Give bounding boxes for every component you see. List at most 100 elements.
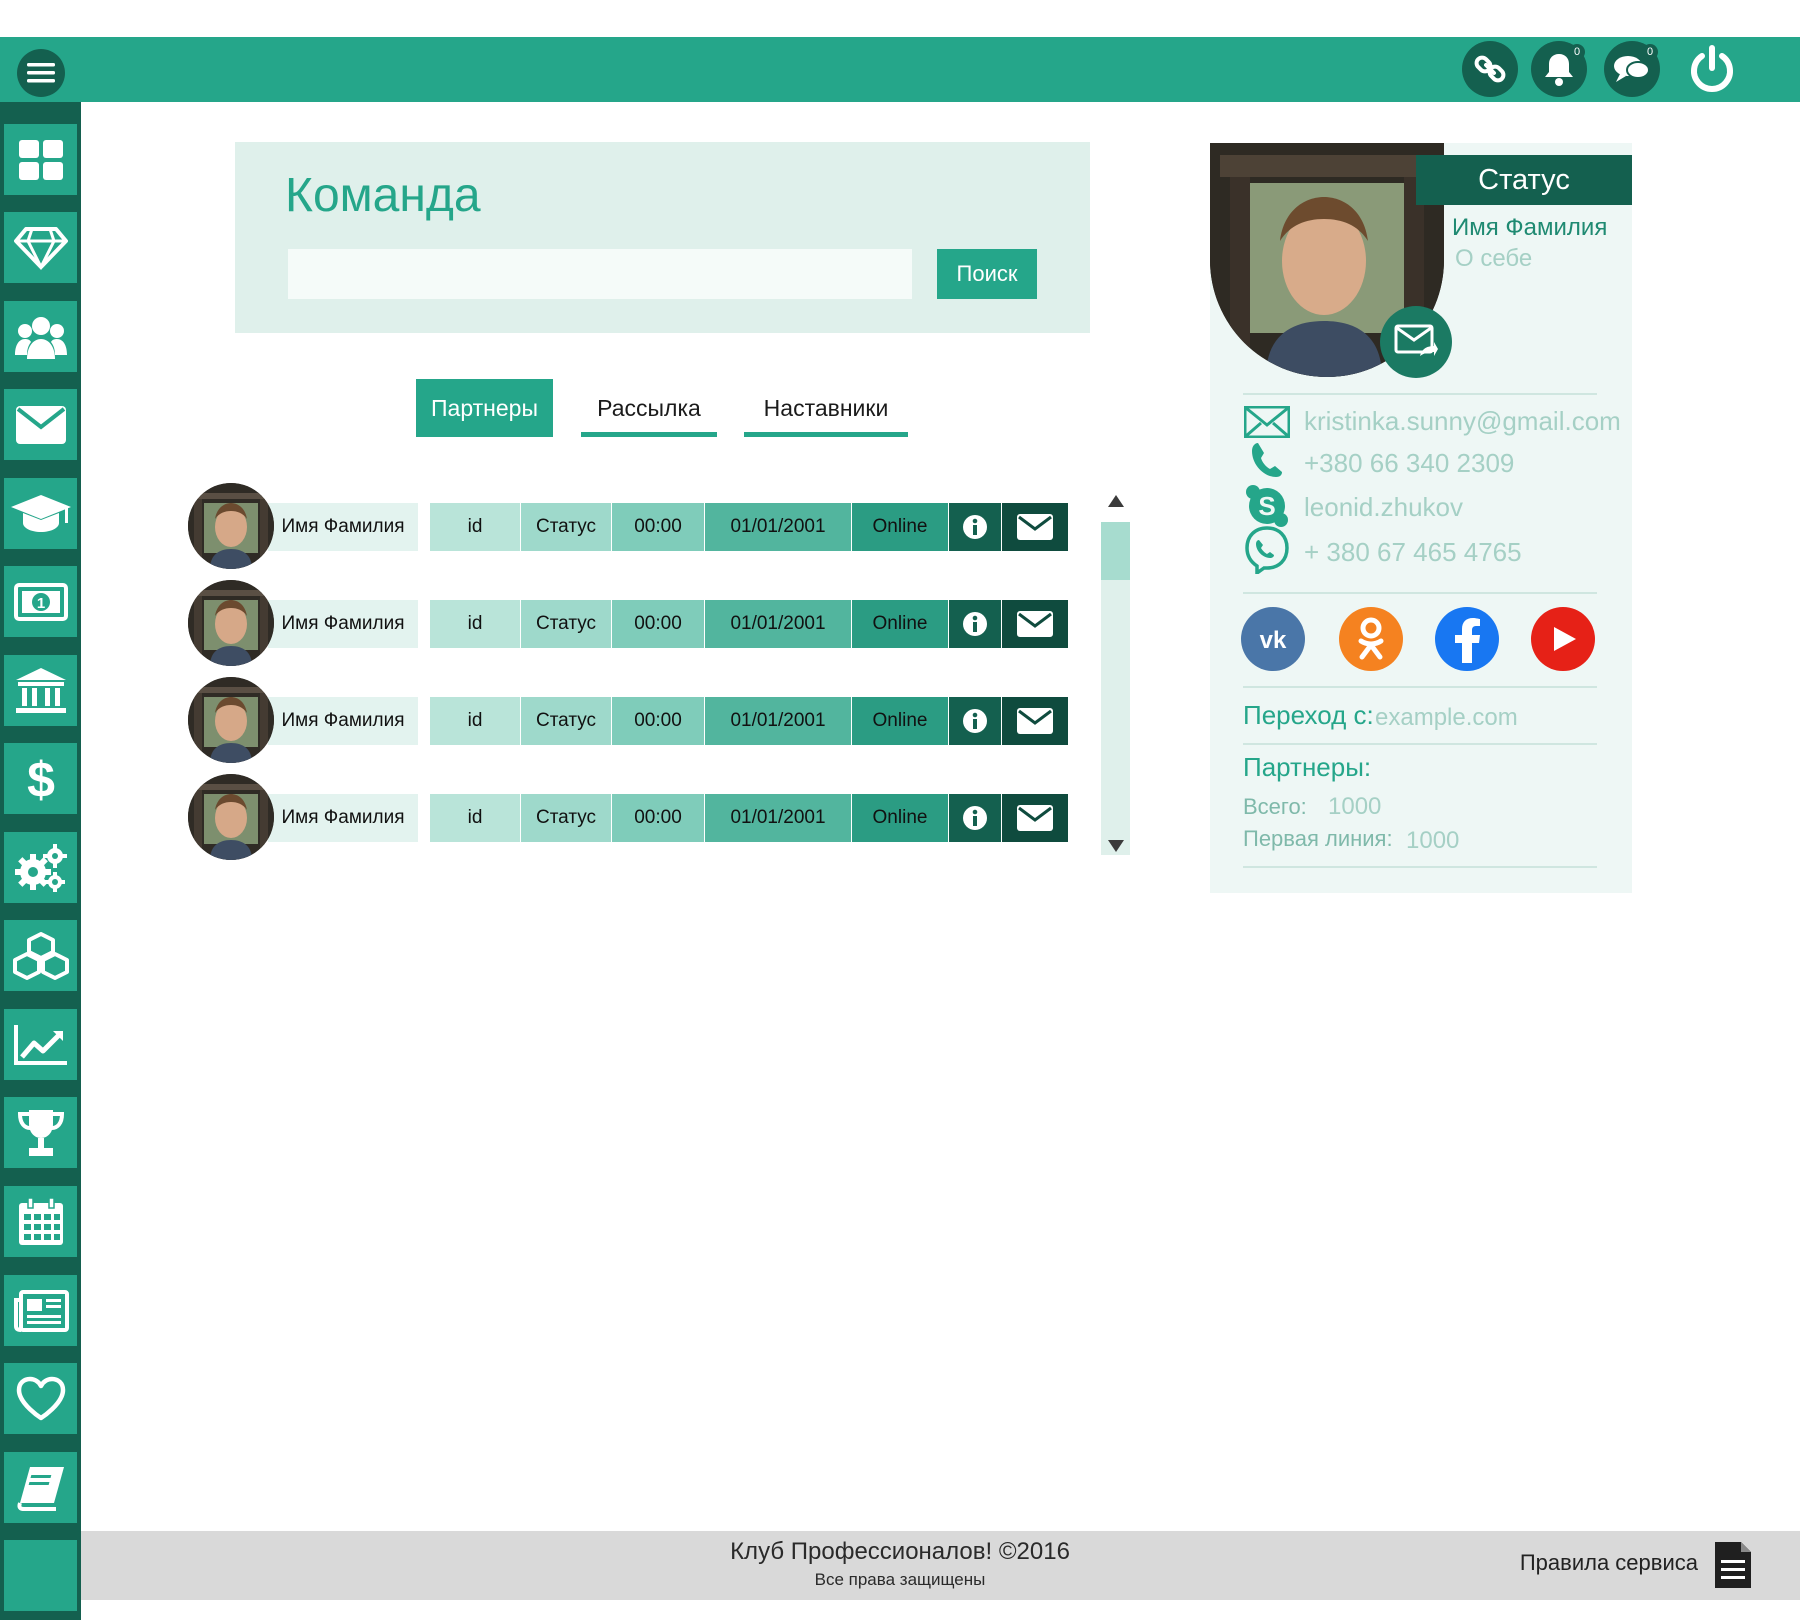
profile-phone: +380 66 340 2309 [1304,448,1515,478]
sidebar-item-statistics[interactable] [4,1009,77,1080]
message-button[interactable] [1002,794,1068,842]
tab-mentors[interactable]: Наставники [744,379,908,437]
row-time: 00:00 [612,600,704,648]
dollar-icon: $ [27,753,55,805]
sidebar-item-products[interactable] [4,920,77,991]
scrollbar-thumb[interactable] [1101,522,1130,580]
search-input[interactable] [288,249,912,299]
document-icon[interactable] [1713,1540,1753,1590]
skype-icon: S [1243,485,1291,527]
tab-mailing[interactable]: Рассылка [581,379,717,437]
first-line-label: Первая линия: [1243,826,1393,851]
row-date: 01/01/2001 [705,697,851,745]
phone-icon [1243,440,1291,480]
envelope-icon [1017,514,1053,540]
menu-button[interactable] [17,49,65,97]
info-icon [963,806,987,830]
sidebar-item-team[interactable] [4,301,77,372]
mail-forward-icon [1394,324,1438,356]
profile-status: Статус [1416,155,1632,205]
row-time: 00:00 [612,503,704,551]
row-online: Online [852,503,948,551]
info-button[interactable] [949,794,1001,842]
sidebar-item-extra[interactable] [4,1540,77,1611]
triangle-down-icon [1107,840,1124,852]
link-button[interactable] [1462,41,1518,97]
row-status: Статус [521,600,611,648]
service-rules-link[interactable]: Правила сервиса [1480,1550,1698,1576]
info-button[interactable] [949,503,1001,551]
calendar-icon [18,1196,63,1245]
sidebar-item-library[interactable] [4,1452,77,1523]
divider [1243,592,1597,594]
sidebar-item-dashboard[interactable] [4,124,77,195]
tab-mentors-label: Наставники [763,394,889,421]
row-id: id [430,600,520,648]
vk-icon: vk [1260,627,1287,652]
row-id: id [430,503,520,551]
dashboard-icon [18,139,63,180]
messages-badge: 0 [1642,44,1658,60]
row-online: Online [852,600,948,648]
sidebar-item-education[interactable] [4,478,77,549]
message-button[interactable] [1002,503,1068,551]
svg-text:$: $ [27,753,55,805]
table-row[interactable]: Имя Фамилия id Статус 00:00 01/01/2001 O… [188,677,1068,767]
search-button[interactable]: Поиск [937,249,1037,299]
sidebar-item-money[interactable]: 1 [4,566,77,637]
sidebar-item-diamond[interactable] [4,212,77,283]
row-id: id [430,697,520,745]
avatar [188,580,274,666]
profile-viber: + 380 67 465 4765 [1304,537,1522,567]
cubes-icon [12,931,69,980]
tab-partners[interactable]: Партнеры [416,379,553,437]
table-row[interactable]: Имя Фамилия id Статус 00:00 01/01/2001 O… [188,483,1068,573]
logout-button[interactable] [1684,41,1740,97]
tab-mailing-label: Рассылка [597,394,701,421]
sidebar-item-bank[interactable] [4,655,77,726]
message-button[interactable] [1002,697,1068,745]
svg-text:S: S [1258,491,1275,521]
notifications-button[interactable]: 0 [1531,41,1587,97]
referrer-label: Переход с: [1243,700,1374,730]
sidebar-item-calendar[interactable] [4,1186,77,1257]
table-row[interactable]: Имя Фамилия id Статус 00:00 01/01/2001 O… [188,774,1068,864]
sidebar-item-mail[interactable] [4,389,77,460]
messages-button[interactable]: 0 [1604,41,1660,97]
row-online: Online [852,697,948,745]
info-button[interactable] [949,697,1001,745]
diamond-icon [13,226,68,270]
avatar [188,677,274,763]
facebook-button[interactable] [1435,607,1499,671]
youtube-button[interactable] [1531,607,1595,671]
info-icon [963,709,987,733]
footer-title: Клуб Профессионалов! ©2016 [730,1538,1070,1565]
row-name: Имя Фамилия [268,600,418,648]
book-icon [17,1466,64,1511]
total-value: 1000 [1328,793,1382,820]
scroll-down-button[interactable] [1101,833,1130,859]
vk-button[interactable]: vk [1241,607,1305,671]
info-icon [963,612,987,636]
hamburger-menu-icon [27,63,55,83]
sidebar-item-favorites[interactable] [4,1363,77,1434]
row-id: id [430,794,520,842]
row-date: 01/01/2001 [705,600,851,648]
scroll-up-button[interactable] [1101,488,1130,514]
profile-email: kristinka.sunny@gmail.com [1304,406,1621,436]
chart-icon [13,1024,67,1065]
info-button[interactable] [949,600,1001,648]
row-name: Имя Фамилия [268,503,418,551]
message-button[interactable] [1002,600,1068,648]
sidebar-item-news[interactable] [4,1275,77,1346]
email-icon [1243,402,1291,442]
sidebar-item-finance[interactable]: $ [4,743,77,814]
table-row[interactable]: Имя Фамилия id Статус 00:00 01/01/2001 O… [188,580,1068,670]
envelope-icon [1017,805,1053,831]
sidebar-item-settings[interactable] [4,832,77,903]
odnoklassniki-button[interactable] [1339,607,1403,671]
footer-subtitle: Все права защищены [814,1570,986,1589]
send-message-button[interactable] [1380,306,1452,378]
notifications-badge: 0 [1569,44,1585,60]
sidebar-item-achievements[interactable] [4,1097,77,1168]
